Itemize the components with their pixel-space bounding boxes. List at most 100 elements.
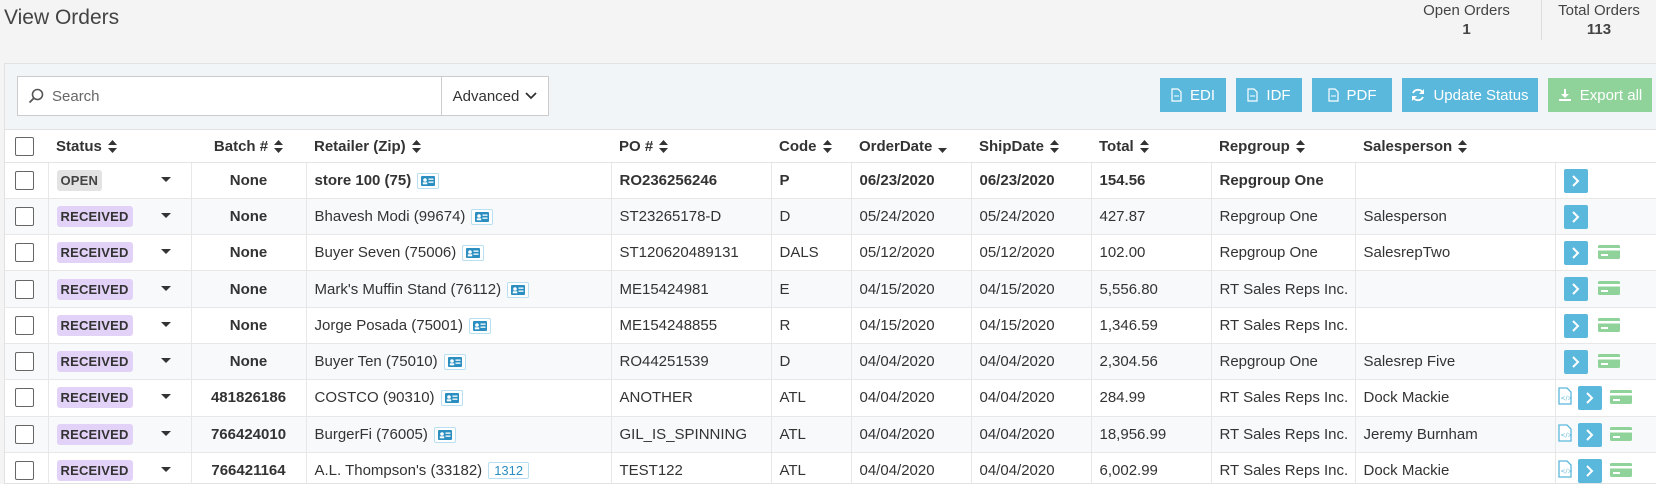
retailer-badge[interactable]: 1312 bbox=[488, 462, 530, 480]
row-checkbox[interactable] bbox=[15, 170, 34, 190]
header-salesperson[interactable]: Salesperson bbox=[1355, 131, 1555, 163]
row-select-cell bbox=[5, 379, 49, 417]
svg-text:</>: </> bbox=[1560, 468, 1572, 475]
edi-button[interactable]: EDI bbox=[1160, 78, 1226, 112]
order-date-cell: 04/04/2020 bbox=[851, 416, 972, 453]
header-repgroup-label: Repgroup bbox=[1219, 137, 1290, 155]
view-order-button[interactable] bbox=[1577, 422, 1602, 447]
table-row[interactable]: RECEIVED None Mark's Muffin Stand (76112) M… bbox=[5, 270, 1656, 308]
status-badge: RECEIVED bbox=[56, 387, 133, 409]
file-icon bbox=[1327, 88, 1339, 102]
actions-cell bbox=[1555, 343, 1656, 381]
row-checkbox[interactable] bbox=[15, 206, 34, 226]
xml-file-icon[interactable]: </> bbox=[1557, 423, 1572, 446]
view-order-button[interactable] bbox=[1563, 241, 1588, 266]
payment-icon[interactable] bbox=[1597, 281, 1620, 299]
row-checkbox[interactable] bbox=[15, 243, 34, 263]
status-dropdown-caret[interactable] bbox=[160, 430, 171, 436]
payment-icon[interactable] bbox=[1597, 353, 1620, 372]
view-order-button[interactable] bbox=[1563, 204, 1588, 229]
view-order-button[interactable] bbox=[1577, 386, 1602, 411]
ship-date-cell: 04/04/2020 bbox=[971, 452, 1092, 484]
payment-icon[interactable] bbox=[1609, 426, 1632, 445]
sort-icon bbox=[411, 140, 421, 154]
table-row[interactable]: RECEIVED None Buyer Ten (75010) RO44251539 D… bbox=[5, 343, 1656, 381]
header-status[interactable]: Status bbox=[48, 131, 191, 163]
salesperson-cell: Dock Mackie bbox=[1355, 452, 1556, 484]
retailer-contact-button[interactable] bbox=[462, 245, 485, 262]
table-row[interactable]: RECEIVED None Jorge Posada (75001) ME154248… bbox=[5, 307, 1656, 344]
row-checkbox[interactable] bbox=[15, 424, 34, 444]
status-dropdown-caret[interactable] bbox=[160, 212, 171, 218]
po-cell: RO236256246 bbox=[611, 162, 772, 199]
search-input[interactable] bbox=[52, 87, 402, 105]
actions-cell bbox=[1555, 307, 1656, 344]
view-order-button[interactable] bbox=[1577, 458, 1602, 483]
table-row[interactable]: RECEIVED 766424010 BurgerFi (76005) GIL_IS_… bbox=[5, 416, 1656, 453]
status-dropdown-caret[interactable] bbox=[160, 467, 171, 473]
retailer-contact-button[interactable] bbox=[433, 426, 456, 443]
total-cell: 102.00 bbox=[1091, 234, 1212, 272]
order-date-cell: 04/04/2020 bbox=[851, 343, 972, 381]
advanced-search-button[interactable]: Advanced bbox=[442, 77, 548, 115]
update-status-button[interactable]: Update Status bbox=[1402, 78, 1538, 112]
retailer-contact-button[interactable] bbox=[468, 317, 491, 334]
header-code[interactable]: Code bbox=[771, 131, 851, 163]
retailer-contact-button[interactable] bbox=[507, 281, 530, 298]
header-po[interactable]: PO # bbox=[611, 131, 771, 163]
header-batch[interactable]: Batch # bbox=[191, 131, 306, 163]
header-repgroup[interactable]: Repgroup bbox=[1211, 131, 1355, 163]
salesperson-cell bbox=[1355, 162, 1556, 199]
status-dropdown-caret[interactable] bbox=[160, 249, 171, 255]
actions-cell: </> bbox=[1555, 416, 1656, 453]
view-order-button[interactable] bbox=[1563, 168, 1588, 193]
status-badge: RECEIVED bbox=[56, 423, 133, 445]
table-row[interactable]: OPEN None store 100 (75) RO236256246 P 06/23/… bbox=[5, 162, 1656, 199]
row-checkbox[interactable] bbox=[15, 388, 34, 408]
select-all-checkbox[interactable] bbox=[15, 136, 34, 156]
table-row[interactable]: RECEIVED 766421164 A.L. Thompson's (33182)… bbox=[5, 452, 1656, 484]
xml-file-icon[interactable]: </> bbox=[1557, 387, 1572, 409]
row-checkbox[interactable] bbox=[15, 461, 34, 481]
pdf-button[interactable]: PDF bbox=[1312, 78, 1392, 112]
batch-cell: None bbox=[191, 307, 307, 344]
retailer-cell: Buyer Ten (75010) bbox=[306, 343, 612, 381]
idf-button[interactable]: IDF bbox=[1236, 78, 1302, 112]
retailer-contact-button[interactable] bbox=[443, 354, 466, 371]
status-dropdown-caret[interactable] bbox=[160, 358, 171, 364]
row-checkbox[interactable] bbox=[15, 352, 34, 372]
table-row[interactable]: RECEIVED None Buyer Seven (75006) ST1206204… bbox=[5, 234, 1656, 272]
ship-date-cell: 05/12/2020 bbox=[971, 234, 1092, 272]
export-all-button[interactable]: Export all bbox=[1548, 78, 1652, 112]
xml-file-icon[interactable]: </> bbox=[1557, 460, 1572, 482]
header-order-date[interactable]: OrderDate bbox=[851, 131, 971, 163]
status-dropdown-caret[interactable] bbox=[160, 176, 171, 182]
view-order-button[interactable] bbox=[1563, 313, 1588, 338]
status-badge: OPEN bbox=[56, 169, 103, 191]
retailer-contact-button[interactable] bbox=[417, 172, 440, 189]
table-row[interactable]: RECEIVED None Bhavesh Modi (99674) ST232651… bbox=[5, 198, 1656, 236]
payment-icon[interactable] bbox=[1597, 317, 1620, 336]
retailer-name: Bhavesh Modi (99674) bbox=[314, 207, 466, 225]
po-cell: ST120620489131 bbox=[611, 234, 772, 272]
retailer-name: Buyer Seven (75006) bbox=[314, 244, 457, 262]
view-order-button[interactable] bbox=[1563, 349, 1588, 374]
header-ship-date[interactable]: ShipDate bbox=[971, 131, 1091, 163]
status-dropdown-caret[interactable] bbox=[160, 321, 171, 327]
retailer-contact-button[interactable] bbox=[440, 390, 463, 407]
row-checkbox[interactable] bbox=[15, 315, 34, 335]
retailer-name: Buyer Ten (75010) bbox=[314, 353, 438, 371]
payment-icon[interactable] bbox=[1609, 390, 1632, 408]
status-dropdown-caret[interactable] bbox=[160, 394, 171, 400]
payment-icon[interactable] bbox=[1609, 462, 1632, 481]
retailer-contact-button[interactable] bbox=[471, 208, 494, 225]
row-checkbox[interactable] bbox=[15, 279, 34, 299]
header-total[interactable]: Total bbox=[1091, 131, 1211, 163]
view-order-button[interactable] bbox=[1563, 277, 1588, 302]
header-total-label: Total bbox=[1099, 137, 1134, 155]
status-dropdown-caret[interactable] bbox=[160, 285, 171, 291]
header-retailer[interactable]: Retailer (Zip) bbox=[306, 131, 611, 163]
table-row[interactable]: RECEIVED 481826186 COSTCO (90310) ANOTHER AT… bbox=[5, 379, 1656, 417]
payment-icon[interactable] bbox=[1597, 245, 1620, 263]
actions-cell bbox=[1555, 270, 1656, 308]
